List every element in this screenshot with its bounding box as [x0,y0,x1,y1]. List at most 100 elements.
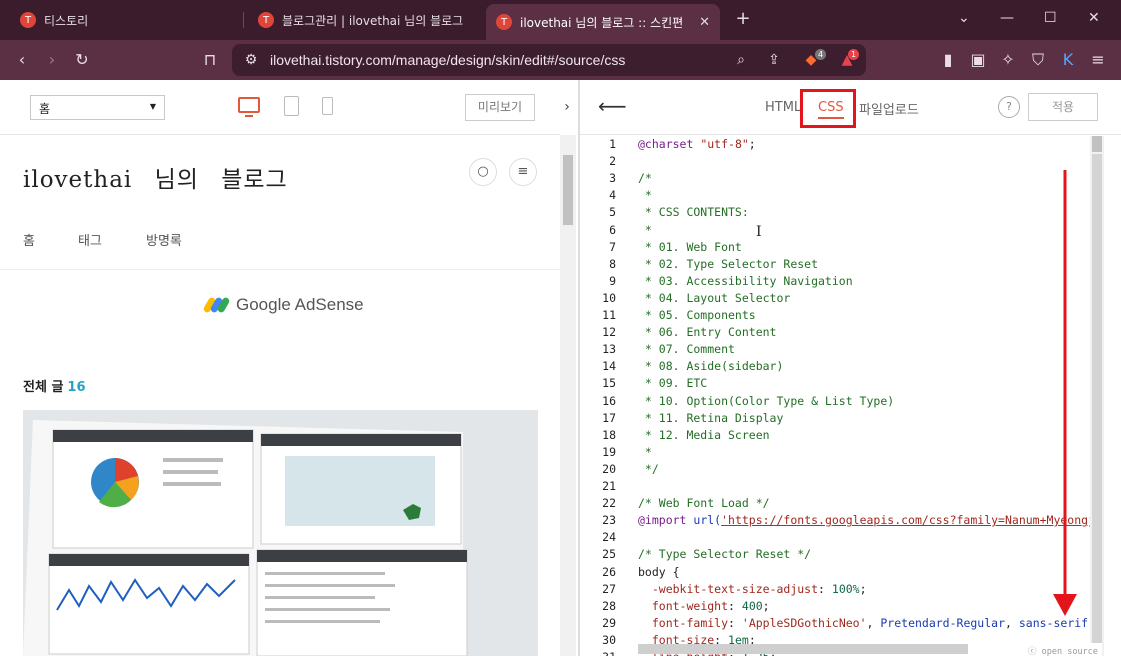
code-line[interactable]: @charset "utf-8"; [638,137,756,151]
code-line[interactable]: * 12. Media Screen [638,428,770,442]
code-line[interactable]: * 11. Retina Display [638,411,783,425]
code-line[interactable]: * 03. Accessibility Navigation [638,274,853,288]
line-number: 16 [602,393,616,408]
share-icon[interactable]: ⇪ [765,51,783,69]
extension-icon[interactable]: K [1058,50,1078,70]
line-number: 29 [602,615,616,630]
search-icon[interactable]: ○ [469,158,497,186]
code-line[interactable]: * [638,223,652,237]
zoom-icon[interactable]: ⌕ [732,51,750,69]
preview-button[interactable]: 미리보기 [465,94,535,121]
all-posts-header: 전체 글 16 [23,376,86,395]
line-number: 27 [602,581,616,596]
vpn-shield-icon[interactable]: ⛉ [1028,50,1048,70]
code-line[interactable]: * 04. Layout Selector [638,291,790,305]
minimize-icon[interactable]: — [1000,10,1014,26]
url-text[interactable]: ilovethai.tistory.com/manage/design/skin… [270,52,625,68]
code-line[interactable]: * 05. Components [638,308,756,322]
collapse-preview-chevron-icon[interactable]: › [557,90,577,124]
code-line[interactable]: * [638,445,652,459]
code-line[interactable]: /* Web Font Load */ [638,496,770,510]
editor-scrollbar-thumb[interactable] [1092,136,1102,152]
nav-guestbook[interactable]: 방명록 [146,230,182,249]
code-line[interactable]: * CSS CONTENTS: [638,205,749,219]
nav-home[interactable]: 홈 [23,230,35,249]
help-icon[interactable]: ? [998,96,1020,118]
back-icon[interactable]: ‹ [12,50,32,70]
code-line[interactable]: @import url('https://fonts.googleapis.co… [638,513,1102,527]
desktop-view-icon[interactable] [238,97,260,117]
code-line[interactable]: font-weight: 400; [638,599,770,613]
code-line[interactable]: /* [638,171,652,185]
post-thumbnail[interactable] [23,410,538,656]
tab-blog-admin[interactable]: T 블로그관리 | ilovethai 님의 블로그 [248,5,480,35]
line-number: 11 [602,308,616,322]
new-tab-button[interactable]: + [732,8,754,30]
code-line[interactable]: * [638,188,652,202]
line-number: 13 [602,342,616,357]
editor-scrollbar[interactable] [1090,136,1104,656]
menu-icon[interactable]: ≡ [1088,50,1108,70]
forward-icon[interactable]: › [42,50,62,70]
css-code-editor[interactable]: 1 2 3 4 5 6 7 8 9 10 11 12 13 14 15 16 17 18 19 20 21 22 23 24 2… [580,136,1121,656]
tab-html[interactable]: HTML [765,100,801,115]
code-line[interactable]: */ [638,462,659,476]
code-line[interactable]: * 07. Comment [638,342,735,356]
maximize-icon[interactable]: ☐ [1044,10,1057,26]
line-number: 6 [609,222,616,237]
tab-tistory[interactable]: T 티스토리 [10,5,240,35]
leo-ai-icon[interactable]: ✧ [998,50,1018,70]
line-number: 25 [602,547,616,562]
blog-title[interactable]: ilovethai 님의 블로그 [23,160,288,194]
preview-scrollbar-thumb[interactable] [563,155,573,225]
line-number: 19 [602,444,616,459]
page-select[interactable]: 홈 ▼ [30,95,165,120]
bookmark-icon[interactable]: ⊓ [200,50,220,70]
code-line[interactable]: * 02. Type Selector Reset [638,257,818,271]
wallet-icon[interactable]: ▣ [968,50,988,70]
line-number: 12 [602,325,616,340]
code-line[interactable]: body { [638,565,680,579]
tab-file-upload[interactable]: 파일업로드 [859,99,919,118]
tistory-favicon-icon: T [258,12,274,28]
site-settings-icon[interactable]: ⚙ [242,51,260,69]
close-tab-icon[interactable]: ✕ [699,15,710,30]
code-line[interactable]: * 01. Web Font [638,240,742,254]
tab-skin-edit[interactable]: T ilovethai 님의 블로그 :: 스킨편 ✕ [486,4,720,40]
preview-scrollbar[interactable] [560,135,576,656]
editor-scrollbar-track[interactable] [1092,154,1102,654]
apply-button[interactable]: 적용 [1028,93,1098,121]
open-source-label[interactable]: ⓒ open source [1024,643,1102,656]
tablet-view-icon[interactable] [284,96,299,116]
line-number: 4 [609,188,616,203]
skin-editor-pane: ⟵ HTML CSS 파일업로드 ? 적용 1 2 3 4 5 6 7 8 9 10 11 12 13 1… [580,80,1121,656]
line-number: 28 [602,598,616,613]
mobile-view-icon[interactable] [322,97,333,115]
code-line[interactable]: -webkit-text-size-adjust: 100%; [638,582,867,596]
code-line[interactable]: * 08. Aside(sidebar) [638,359,783,373]
line-number: 10 [602,290,616,305]
tab-title: ilovethai 님의 블로그 :: 스킨편 [520,15,684,30]
preview-toolbar: 홈 ▼ 미리보기 [0,80,560,135]
caret-down-icon: ▼ [149,102,156,111]
line-number: 26 [602,564,616,579]
tistory-favicon-icon: T [496,14,512,30]
nav-tag[interactable]: 태그 [78,230,102,249]
line-number: 23 [602,513,616,528]
code-line[interactable]: font-family: 'AppleSDGothicNeo', Pretend… [638,616,1095,630]
code-line[interactable]: * 06. Entry Content [638,325,777,339]
close-window-icon[interactable]: ✕ [1088,10,1100,26]
hamburger-menu-icon[interactable]: ≡ [509,158,537,186]
code-line[interactable]: /* Type Selector Reset */ [638,547,811,561]
divider [0,269,560,270]
back-arrow-icon[interactable]: ⟵ [598,94,627,118]
code-line[interactable]: * 09. ETC [638,376,707,390]
reload-icon[interactable]: ↻ [72,50,92,70]
tab-search-chevron-icon[interactable]: ⌄ [958,10,970,26]
tab-separator [243,12,244,28]
code-line[interactable]: * 10. Option(Color Type & List Type) [638,394,894,408]
editor-horizontal-scrollbar[interactable] [638,644,968,654]
sidebar-toggle-icon[interactable]: ▮ [938,50,958,70]
adsense-logo-icon [202,296,231,314]
address-bar[interactable]: ⚙ ilovethai.tistory.com/manage/design/sk… [232,44,866,76]
